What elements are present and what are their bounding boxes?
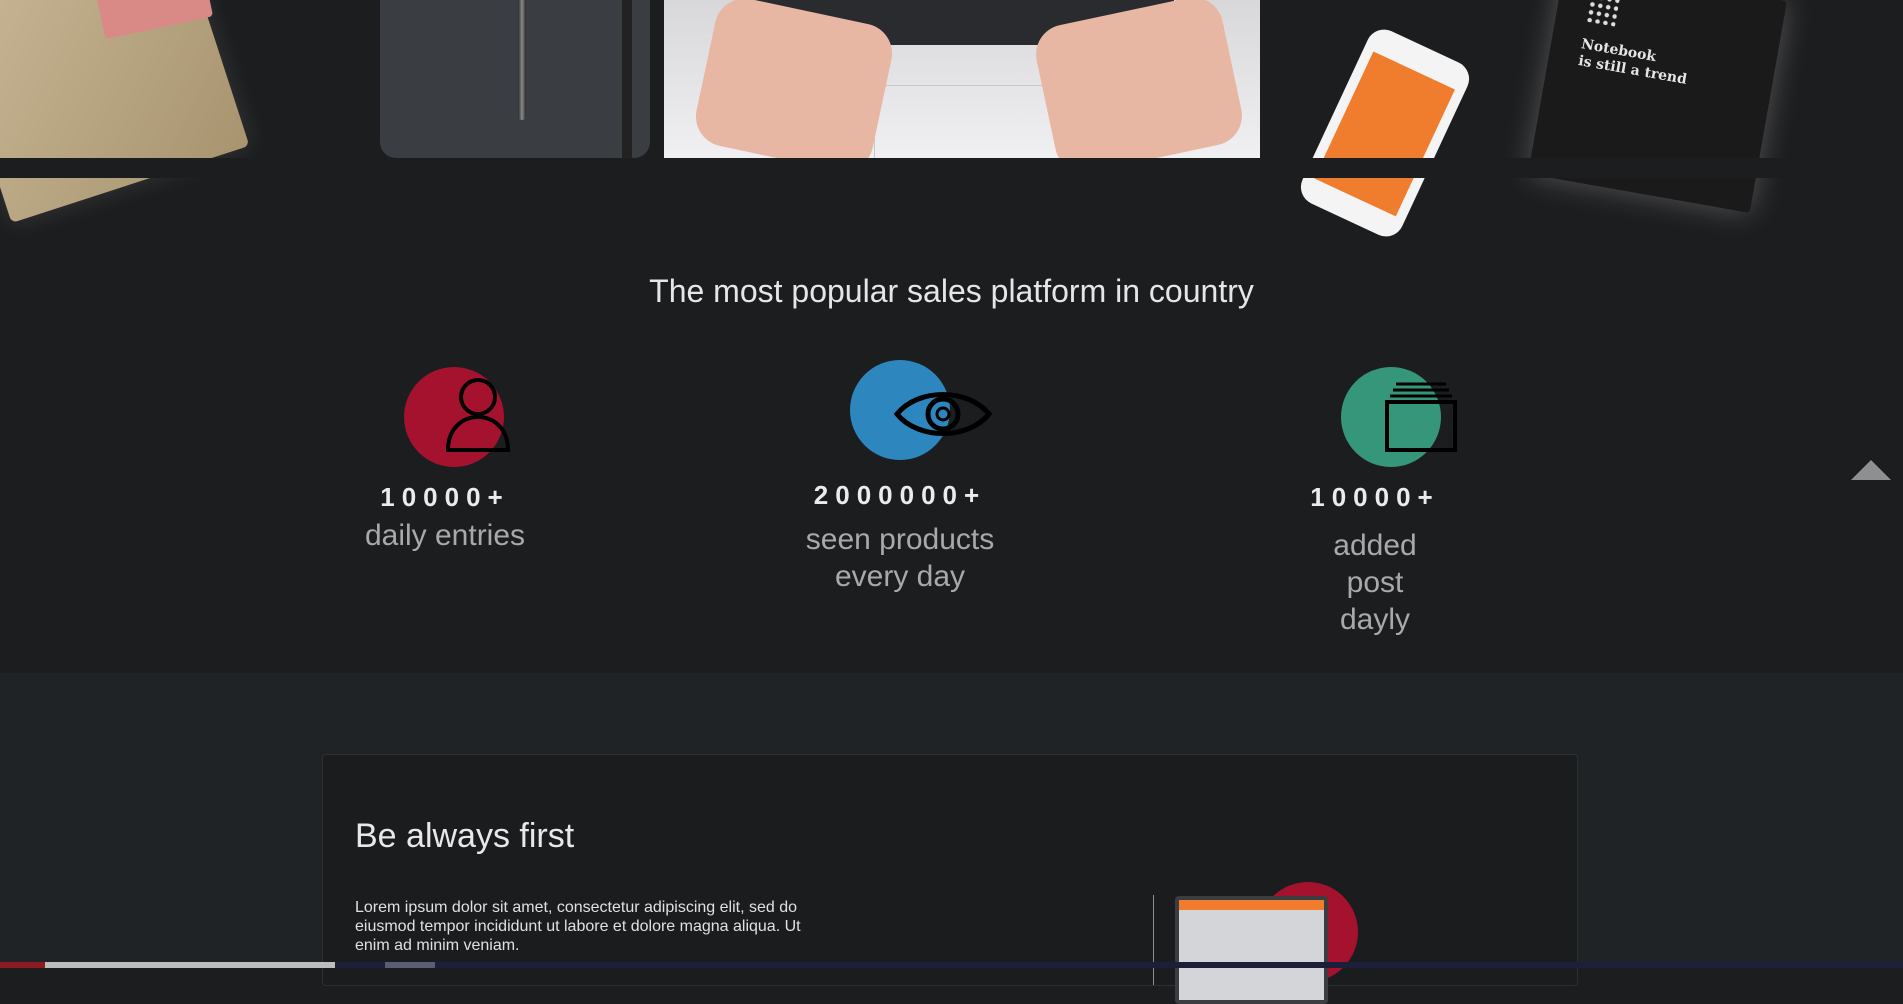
stat-number: 2000000+: [813, 480, 987, 510]
notebook-dots: [1585, 0, 1621, 27]
feature-card: Be always first Lorem ipsum dolor sit am…: [322, 754, 1578, 1004]
left-hand-image: [690, 0, 898, 178]
feature-card-title: Be always first: [355, 817, 575, 855]
stack-icon: [1385, 382, 1457, 452]
device-header-bar: [1179, 900, 1324, 910]
scroll-to-top-button[interactable]: [1851, 460, 1891, 480]
stat-label-line: every day: [834, 560, 966, 593]
stat-icon-wrap: [1310, 362, 1457, 472]
stat-icon-wrap: [380, 362, 511, 472]
stat-daily-entries: 10000+ daily entries: [355, 362, 535, 554]
pen-image: [518, 0, 526, 120]
eye-icon: [893, 392, 993, 436]
sketch-pad-image: [0, 0, 250, 223]
stat-label: added post dayly: [1290, 527, 1460, 638]
stat-icon-wrap: [835, 356, 993, 466]
hero-image-edge: [0, 158, 1903, 178]
stat-label-line: seen products: [805, 523, 995, 556]
laptop-image: [664, 0, 1260, 179]
red-card-image: [88, 0, 214, 40]
taskbar-app[interactable]: [385, 962, 435, 968]
stat-label: daily entries: [355, 517, 535, 554]
notebook-image: Notebook is still a trend: [1528, 0, 1787, 213]
taskbar-start[interactable]: [0, 962, 45, 968]
stat-label-line: daily entries: [364, 519, 526, 552]
planner-strap: [622, 0, 632, 158]
section-headline: The most popular sales platform in count…: [649, 273, 1254, 309]
feature-card-divider: [1153, 895, 1154, 985]
laptop-trackpad: [874, 85, 1066, 159]
stat-number: 10000+: [380, 482, 510, 512]
hero-section: Notebook is still a trend The most popul…: [0, 0, 1903, 673]
stat-label-line: dayly: [1339, 603, 1411, 636]
stat-label-line: added: [1333, 529, 1417, 562]
taskbar: [0, 962, 1903, 968]
stat-seen-products: 2000000+ seen products every day: [770, 356, 1030, 595]
phone-screen: [1314, 51, 1455, 217]
planner-image: [380, 0, 650, 158]
stat-label: seen products every day: [770, 521, 1030, 595]
notebook-brand-text: Notebook is still a trend: [1577, 36, 1691, 89]
user-icon: [445, 378, 511, 452]
right-hand-image: [1030, 0, 1248, 179]
taskbar-search[interactable]: [45, 962, 335, 968]
stat-number: 10000+: [1310, 482, 1440, 512]
phone-image: [1295, 23, 1475, 243]
laptop-preview-image: [1175, 896, 1328, 1004]
stat-label-line: post: [1346, 566, 1404, 599]
stat-added-posts: 10000+ added post dayly: [1290, 362, 1460, 638]
feature-card-body: Lorem ipsum dolor sit amet, consectetur …: [355, 899, 801, 954]
